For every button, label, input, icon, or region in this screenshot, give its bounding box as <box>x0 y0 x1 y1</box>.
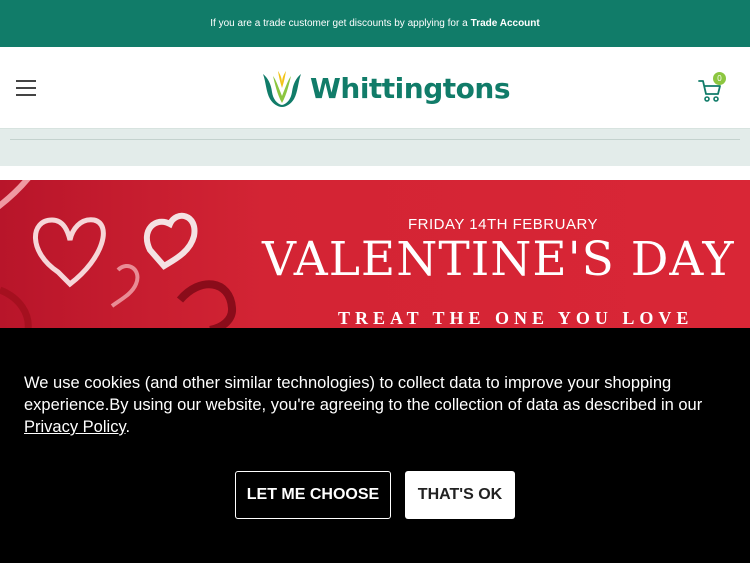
cookie-message: We use cookies (and other similar techno… <box>24 372 724 438</box>
banner-subtitle: TREAT THE ONE YOU LOVE <box>338 308 694 328</box>
whittingtons-tulip-logo-icon <box>263 71 301 107</box>
search-strip <box>0 129 750 166</box>
cart-count-badge: 0 <box>713 72 726 85</box>
paper-hearts-icon <box>0 180 236 328</box>
logo-text: Whittingtons <box>310 71 510 105</box>
divider <box>10 139 740 140</box>
privacy-policy-link[interactable]: Privacy Policy <box>24 418 125 436</box>
site-logo[interactable]: Whittingtons <box>258 68 510 108</box>
trade-account-link[interactable]: Trade Account <box>471 18 540 29</box>
banner-title: VALENTINE'S DAY <box>262 232 735 287</box>
trade-announcement-bar: If you are a trade customer get discount… <box>0 0 750 47</box>
cookie-consent-banner: We use cookies (and other similar techno… <box>0 328 750 563</box>
site-header: Whittingtons 0 <box>0 47 750 129</box>
let-me-choose-button[interactable]: LET ME CHOOSE <box>235 471 391 519</box>
banner-date: FRIDAY 14TH FEBRUARY <box>408 216 599 233</box>
valentines-banner[interactable]: FRIDAY 14TH FEBRUARY VALENTINE'S DAY TRE… <box>0 180 750 328</box>
trade-message: If you are a trade customer get discount… <box>210 18 468 29</box>
cart-button[interactable]: 0 <box>697 72 727 103</box>
accept-cookies-button[interactable]: THAT'S OK <box>405 471 515 519</box>
hamburger-menu-icon[interactable] <box>16 80 36 96</box>
cookie-period: . <box>125 418 131 436</box>
cookie-text: We use cookies (and other similar techno… <box>24 374 703 414</box>
